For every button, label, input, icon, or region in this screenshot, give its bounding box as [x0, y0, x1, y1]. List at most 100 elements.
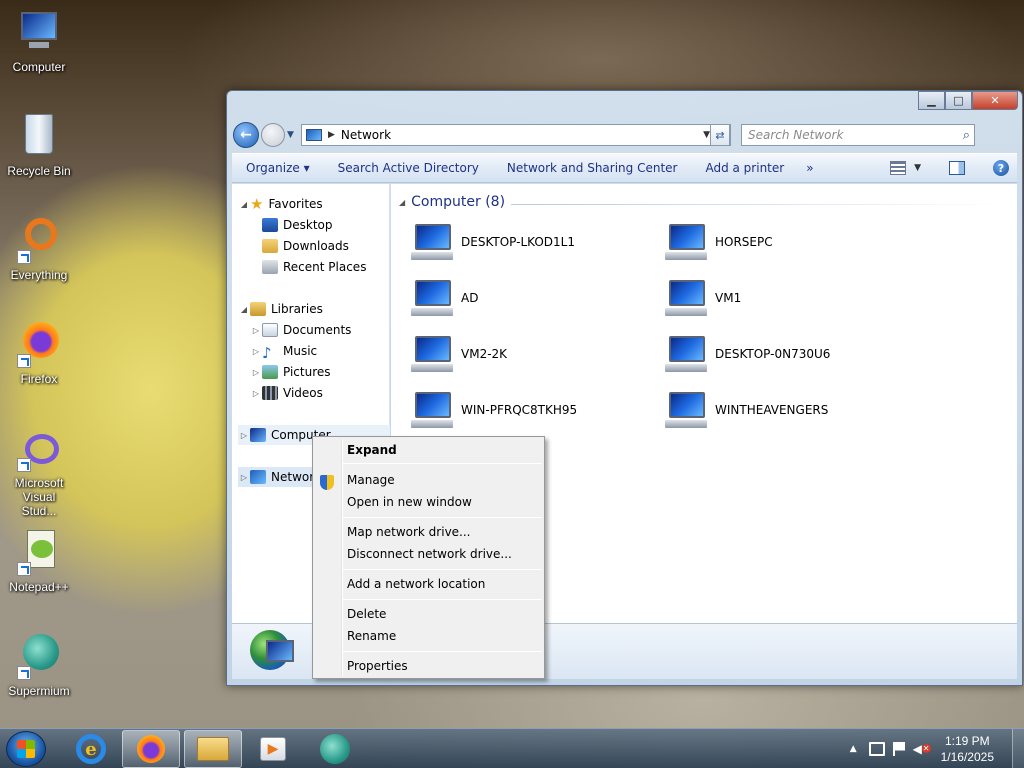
help-icon[interactable]: ?: [993, 160, 1009, 176]
refresh-button[interactable]: ⇄: [710, 124, 730, 146]
computer-icon: [250, 428, 266, 442]
computer-name: WINTHEAVENGERS: [715, 403, 829, 417]
supermium-icon: [320, 734, 350, 764]
expand-arrow-icon[interactable]: ▷: [250, 389, 262, 398]
start-button[interactable]: [6, 731, 46, 767]
more-commands-button[interactable]: »: [798, 161, 821, 175]
menu-item-expand[interactable]: Expand: [347, 440, 397, 460]
maximize-button[interactable]: □: [945, 91, 972, 110]
forward-button[interactable]: [261, 123, 285, 147]
nav-downloads[interactable]: Downloads: [262, 236, 349, 256]
computer-item[interactable]: HORSEPC: [663, 222, 773, 262]
menu-separator: [343, 599, 542, 600]
organize-button[interactable]: Organize ▾: [232, 161, 324, 175]
volume-muted-icon[interactable]: ◀ ✕: [913, 742, 931, 756]
nav-recent-places[interactable]: Recent Places: [262, 257, 366, 277]
desktop-icon-notepad-plus-plus[interactable]: Notepad++: [4, 528, 74, 594]
computer-item[interactable]: DESKTOP-0N730U6: [663, 334, 830, 374]
nav-pictures[interactable]: ▷ Pictures: [250, 362, 331, 382]
recent-pages-dropdown-icon[interactable]: ▼: [287, 130, 297, 140]
show-hidden-icons-icon[interactable]: ▲: [850, 744, 857, 754]
menu-item-manage[interactable]: Manage: [347, 470, 395, 490]
menu-item-properties[interactable]: Properties: [347, 656, 408, 676]
group-divider: [511, 204, 1007, 205]
desktop-icon-firefox[interactable]: Firefox: [4, 320, 74, 386]
libraries-icon: [250, 302, 266, 316]
collapse-arrow-icon[interactable]: ◢: [238, 200, 250, 209]
taskbar-firefox[interactable]: [122, 730, 180, 768]
search-active-directory-button[interactable]: Search Active Directory: [324, 161, 493, 175]
action-center-flag-icon[interactable]: [892, 742, 905, 756]
minimize-button[interactable]: ▁: [918, 91, 945, 110]
menu-item-add-network-location[interactable]: Add a network location: [347, 574, 485, 594]
folder-icon: [197, 737, 229, 761]
nav-videos[interactable]: ▷ Videos: [250, 383, 323, 403]
collapse-arrow-icon[interactable]: ◢: [238, 305, 250, 314]
computer-item[interactable]: VM2-2K: [409, 334, 507, 374]
search-input[interactable]: Search Network ⌕: [741, 124, 975, 146]
expand-arrow-icon[interactable]: ▷: [250, 326, 262, 335]
breadcrumb-arrow-icon[interactable]: ▶: [328, 130, 335, 140]
show-desktop-button[interactable]: [1012, 729, 1024, 768]
preview-pane-icon[interactable]: [949, 161, 965, 175]
desktop-icon-label: Notepad++: [9, 580, 69, 594]
menu-item-disconnect-network-drive[interactable]: Disconnect network drive...: [347, 544, 512, 564]
nav-documents[interactable]: ▷ Documents: [250, 320, 351, 340]
address-dropdown-icon[interactable]: ▼: [703, 130, 710, 140]
nav-desktop-label: Desktop: [283, 218, 333, 232]
desktop-icon-visual-studio[interactable]: Microsoft Visual Stud...: [4, 432, 74, 518]
menu-item-map-network-drive[interactable]: Map network drive...: [347, 522, 471, 542]
desktop-icon-supermium[interactable]: Supermium: [4, 632, 74, 698]
nav-pictures-label: Pictures: [283, 365, 331, 379]
visual-studio-icon: [15, 432, 63, 472]
back-button[interactable]: ←: [233, 122, 259, 148]
change-view-button[interactable]: ▼: [890, 161, 921, 175]
taskbar-internet-explorer[interactable]: e: [62, 730, 120, 768]
address-bar[interactable]: ▶ Network ▼ ⇄: [301, 124, 731, 146]
expand-arrow-icon[interactable]: ▷: [238, 431, 250, 440]
nav-music[interactable]: ▷ ♪ Music: [250, 341, 317, 362]
group-header-label: Computer (8): [411, 194, 506, 210]
shortcut-arrow-icon: [17, 562, 31, 576]
taskbar: e ▶ ▲ ◀ ✕ 1:19 PM 1/16/2025: [0, 728, 1024, 768]
computer-item[interactable]: WIN-PFRQC8TKH95: [409, 390, 577, 430]
network-computer-icon: [663, 334, 709, 374]
firefox-icon: [15, 320, 63, 368]
menu-item-delete[interactable]: Delete: [347, 604, 386, 624]
network-status-icon[interactable]: [868, 742, 885, 756]
breadcrumb-network[interactable]: Network: [341, 128, 391, 142]
network-computer-icon: [409, 278, 455, 318]
taskbar-explorer[interactable]: [184, 730, 242, 768]
taskbar-supermium[interactable]: [306, 730, 364, 768]
system-tray: ▲ ◀ ✕ 1:19 PM 1/16/2025: [850, 729, 1024, 768]
group-header-computer[interactable]: ◢ Computer (8): [399, 194, 505, 210]
desktop-icon-computer[interactable]: Computer: [4, 8, 74, 74]
clock[interactable]: 1:19 PM 1/16/2025: [941, 733, 994, 765]
nav-favorites[interactable]: ◢ ★ Favorites: [238, 194, 323, 214]
taskbar-media-player[interactable]: ▶: [244, 730, 302, 768]
firefox-icon: [137, 735, 165, 763]
computer-item[interactable]: VM1: [663, 278, 741, 318]
close-button[interactable]: ✕: [972, 91, 1018, 110]
search-icon[interactable]: ⌕: [963, 128, 970, 143]
nav-desktop[interactable]: Desktop: [262, 215, 333, 235]
expand-arrow-icon[interactable]: ▷: [250, 368, 262, 377]
expand-arrow-icon[interactable]: ▷: [250, 347, 262, 356]
menu-item-rename[interactable]: Rename: [347, 626, 396, 646]
expand-arrow-icon[interactable]: ▷: [238, 473, 250, 482]
pictures-icon: [262, 365, 278, 379]
shortcut-arrow-icon: [17, 458, 31, 472]
nav-libraries[interactable]: ◢ Libraries: [238, 299, 323, 319]
computer-item[interactable]: WINTHEAVENGERS: [663, 390, 828, 430]
network-sharing-center-button[interactable]: Network and Sharing Center: [493, 161, 692, 175]
collapse-arrow-icon[interactable]: ◢: [399, 198, 405, 207]
desktop-icon-recycle-bin[interactable]: Recycle Bin: [4, 112, 74, 178]
view-icon: [890, 161, 907, 175]
clock-date: 1/16/2025: [940, 750, 994, 764]
menu-item-open-new-window[interactable]: Open in new window: [347, 492, 472, 512]
computer-name: WIN-PFRQC8TKH95: [461, 403, 578, 417]
computer-item[interactable]: DESKTOP-LKOD1L1: [409, 222, 575, 262]
computer-item[interactable]: AD: [409, 278, 478, 318]
desktop-icon-everything[interactable]: Everything: [4, 216, 74, 282]
add-printer-button[interactable]: Add a printer: [691, 161, 798, 175]
